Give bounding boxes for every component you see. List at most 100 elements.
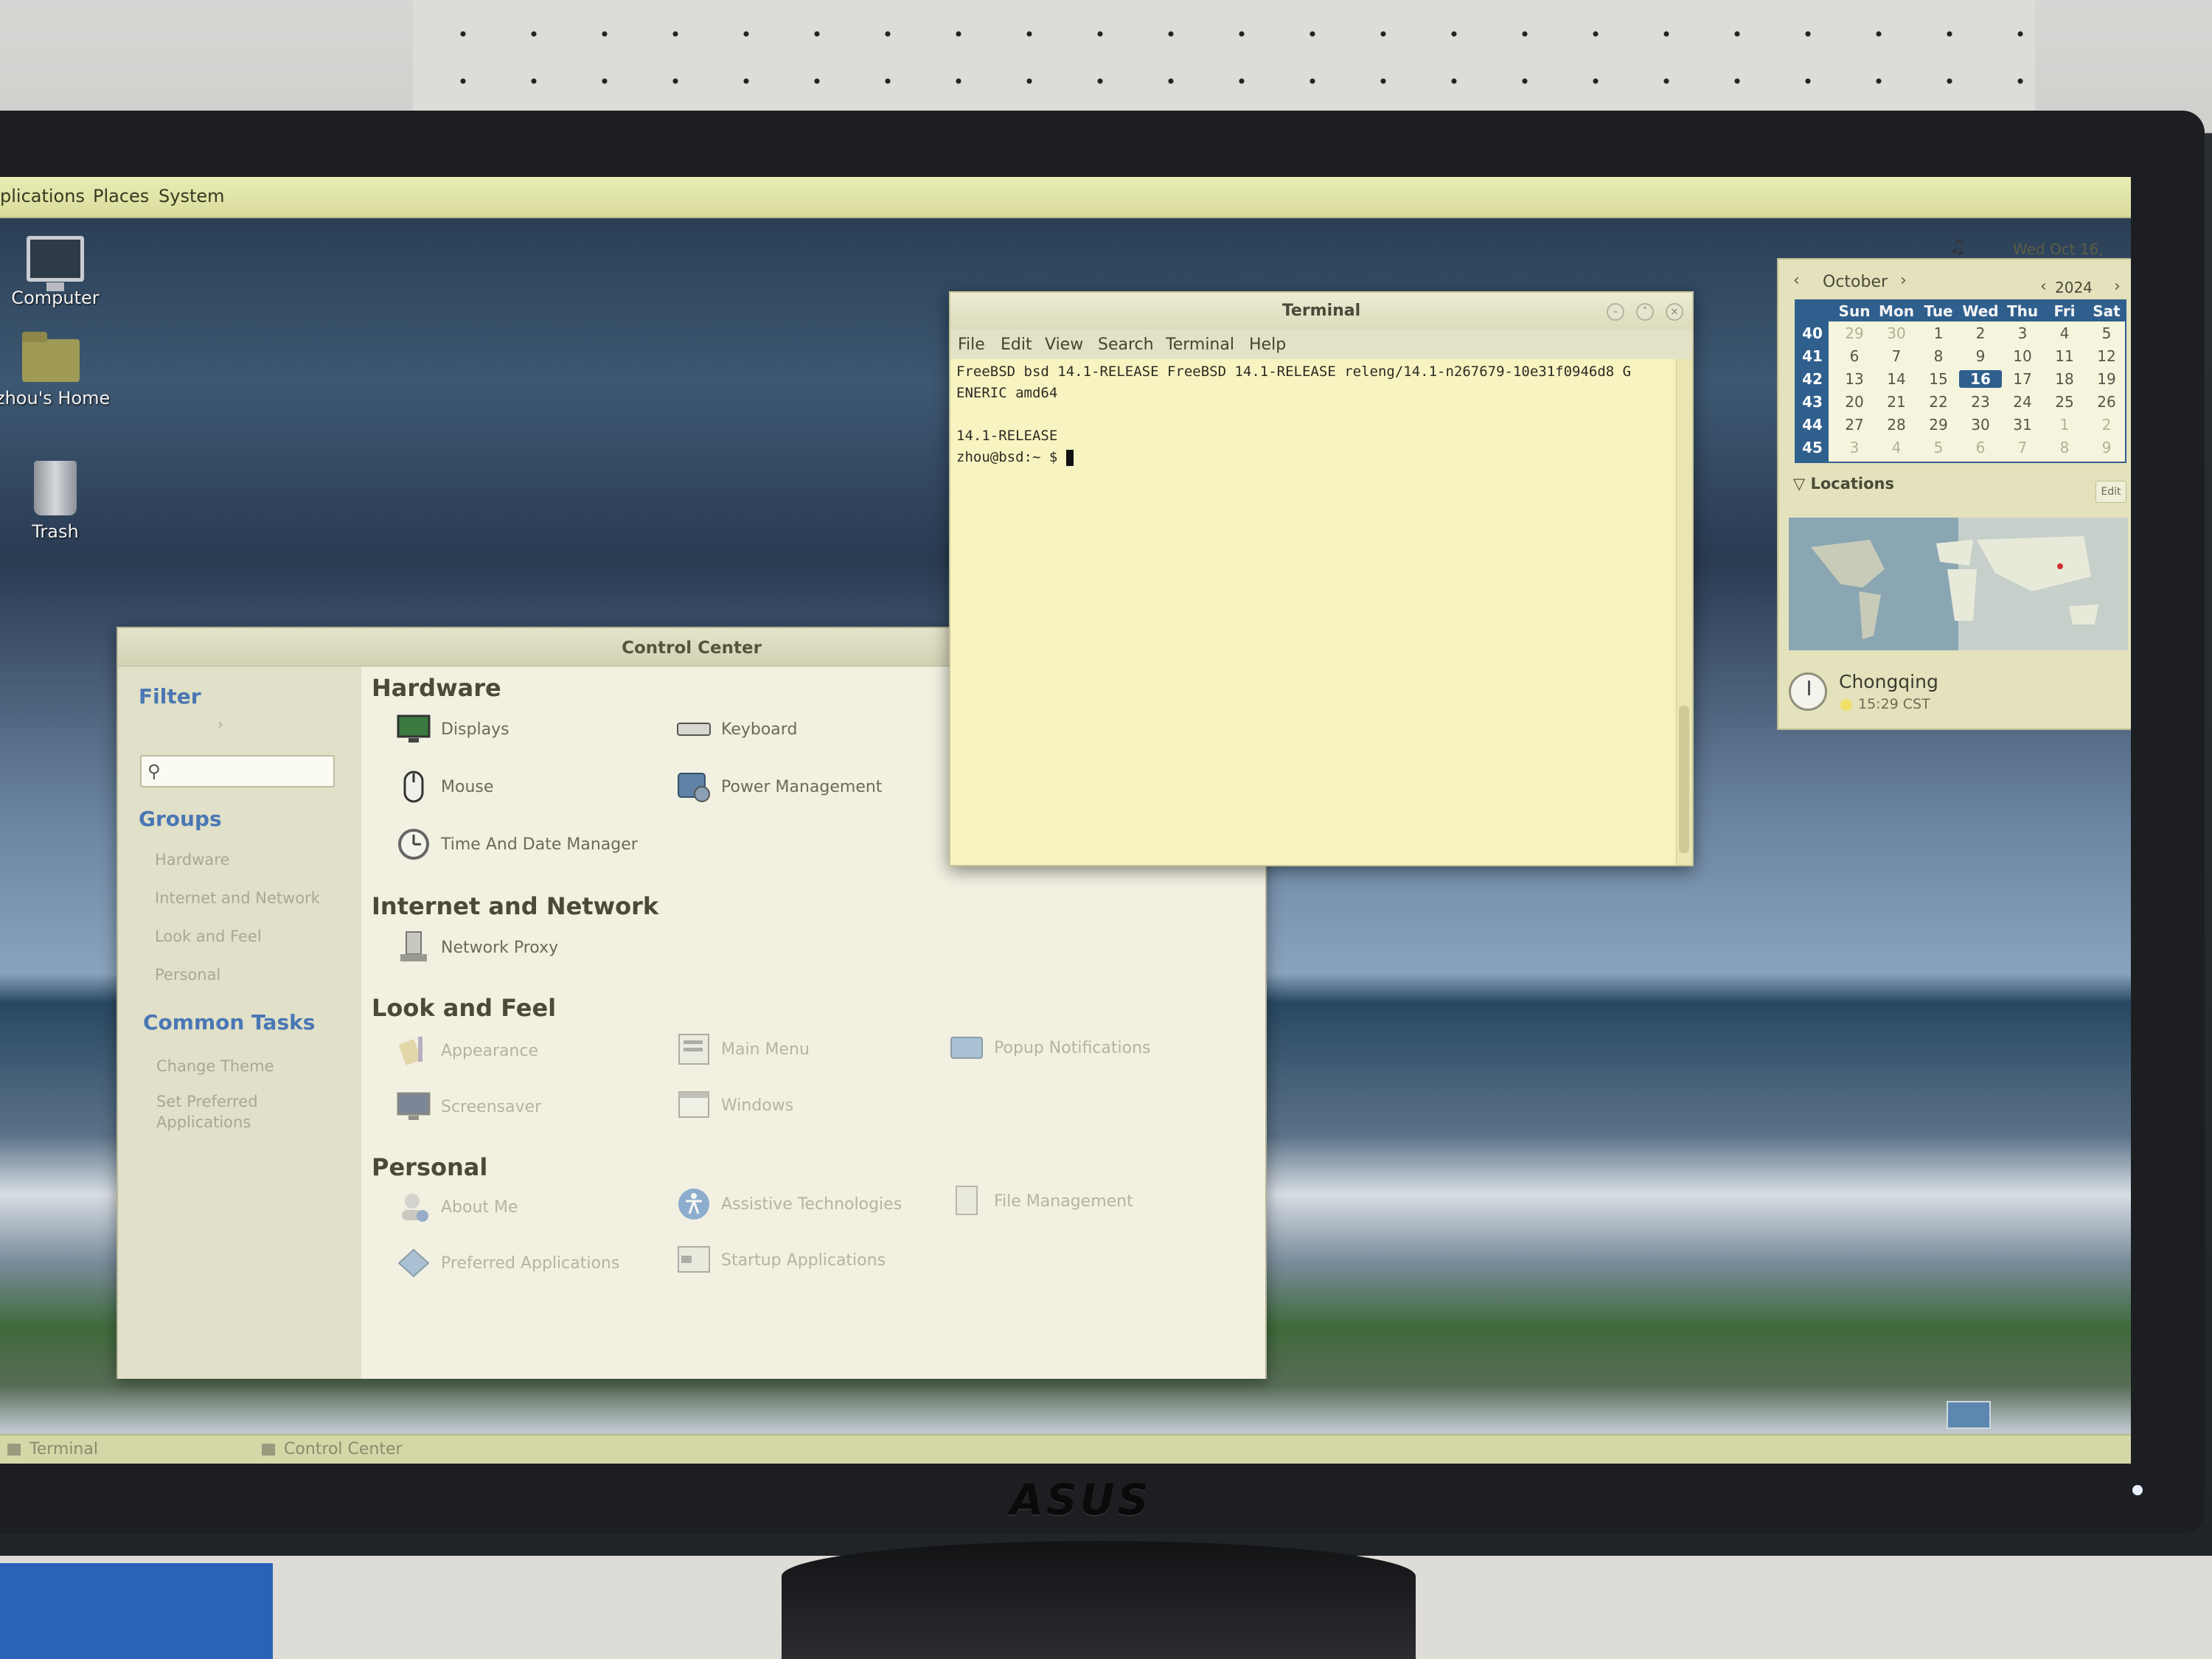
calendar-day[interactable]: 8 (2043, 439, 2086, 456)
calendar-day[interactable]: 14 (1875, 370, 1918, 388)
calendar-day[interactable]: 29 (1833, 324, 1876, 342)
calendar-day[interactable]: 22 (1917, 393, 1960, 411)
locations-edit-button[interactable]: Edit (2096, 481, 2126, 503)
calendar-day[interactable]: 4 (1875, 439, 1918, 456)
calendar-day[interactable]: 1 (2043, 416, 2086, 434)
item-about-me[interactable]: About Me (397, 1189, 518, 1225)
calendar-day[interactable]: 29 (1917, 416, 1960, 434)
term-menu-file[interactable]: File (958, 335, 985, 354)
search-icon: ⚲ (147, 761, 161, 782)
calendar-day[interactable]: 7 (1875, 347, 1918, 365)
item-file-management[interactable]: File Management (950, 1183, 1133, 1220)
group-link-personal[interactable]: Personal (155, 966, 220, 984)
calendar-day[interactable]: 5 (2085, 324, 2128, 342)
calendar-day[interactable]: 3 (1833, 439, 1876, 456)
notifications-icon (950, 1031, 984, 1065)
year-prev-icon[interactable]: ‹ (2040, 277, 2047, 296)
terminal-output[interactable]: FreeBSD bsd 14.1-RELEASE FreeBSD 14.1-RE… (950, 359, 1673, 865)
close-icon[interactable]: × (1666, 303, 1683, 321)
terminal-scrollbar[interactable] (1676, 359, 1692, 865)
calendar-day[interactable]: 2 (1959, 324, 2002, 342)
calendar-day[interactable]: 3 (2001, 324, 2044, 342)
calendar-day[interactable]: 13 (1833, 370, 1876, 388)
desktop-icon-trash[interactable]: Trash (0, 461, 111, 542)
calendar-day[interactable]: 28 (1875, 416, 1918, 434)
calendar-day[interactable]: 6 (1959, 439, 2002, 456)
item-time-date[interactable]: Time And Date Manager (397, 826, 638, 863)
applications-menu[interactable]: plications (0, 186, 85, 206)
item-preferred-applications[interactable]: Preferred Applications (397, 1245, 619, 1281)
term-menu-edit[interactable]: Edit (1001, 335, 1032, 354)
item-popup-notifications[interactable]: Popup Notifications (950, 1029, 1151, 1066)
system-menu[interactable]: System (159, 186, 225, 206)
group-link-internet[interactable]: Internet and Network (155, 889, 320, 907)
group-link-hardware[interactable]: Hardware (155, 851, 229, 869)
locations-heading[interactable]: ▽ Locations (1793, 475, 1894, 493)
calendar-day[interactable]: 2 (2085, 416, 2128, 434)
year-next-icon[interactable]: › (2114, 277, 2121, 296)
task-change-theme[interactable]: Change Theme (156, 1057, 274, 1075)
desktop-icon-home[interactable]: zhou's Home (0, 332, 110, 408)
task-set-preferred[interactable]: Set Preferred (156, 1093, 258, 1110)
task-applications[interactable]: Applications (156, 1113, 251, 1131)
maximize-icon[interactable]: ˄ (1636, 303, 1654, 321)
item-label: File Management (994, 1192, 1133, 1211)
calendar-day[interactable]: 19 (2085, 370, 2128, 388)
calendar-day[interactable]: 17 (2001, 370, 2044, 388)
desktop-icon-computer[interactable]: Computer (0, 236, 111, 308)
item-keyboard[interactable]: Keyboard (677, 711, 797, 748)
item-appearance[interactable]: Appearance (397, 1032, 538, 1069)
filter-input[interactable]: ⚲ (140, 755, 335, 787)
item-main-menu[interactable]: Main Menu (677, 1031, 810, 1068)
calendar-day[interactable]: 5 (1917, 439, 1960, 456)
term-menu-terminal[interactable]: Terminal (1166, 335, 1234, 354)
calendar-day[interactable]: 8 (1917, 347, 1960, 365)
item-network-proxy[interactable]: Network Proxy (397, 929, 558, 966)
scrollbar-thumb[interactable] (1679, 706, 1689, 853)
calendar-day[interactable]: 18 (2043, 370, 2086, 388)
item-startup-applications[interactable]: Startup Applications (677, 1242, 886, 1279)
calendar-day[interactable]: 23 (1959, 393, 2002, 411)
item-displays[interactable]: Displays (397, 711, 509, 748)
calendar-day[interactable]: 10 (2001, 347, 2044, 365)
item-power-management[interactable]: Power Management (677, 768, 882, 805)
minimize-icon[interactable]: – (1607, 303, 1624, 321)
item-windows[interactable]: Windows (677, 1087, 793, 1124)
item-assistive-technologies[interactable]: Assistive Technologies (677, 1186, 902, 1222)
calendar-day[interactable]: 21 (1875, 393, 1918, 411)
location-city[interactable]: Chongqing (1839, 671, 1938, 692)
item-label: Popup Notifications (994, 1038, 1151, 1057)
calendar-day[interactable]: 25 (2043, 393, 2086, 411)
term-menu-search[interactable]: Search (1098, 335, 1154, 354)
terminal-titlebar[interactable]: Terminal – ˄ × (950, 293, 1692, 330)
calendar-day[interactable]: 30 (1959, 416, 2002, 434)
calendar-day[interactable]: 27 (1833, 416, 1876, 434)
calendar-day[interactable]: 15 (1917, 370, 1960, 388)
month-next-icon[interactable]: › (1900, 271, 1907, 290)
workspace-switcher[interactable] (1947, 1401, 1991, 1429)
term-menu-help[interactable]: Help (1249, 335, 1286, 354)
item-screensaver[interactable]: Screensaver (397, 1088, 541, 1125)
calendar-day[interactable]: 26 (2085, 393, 2128, 411)
calendar-day[interactable]: 1 (1917, 324, 1960, 342)
calendar-day[interactable]: 30 (1875, 324, 1918, 342)
taskbar-terminal[interactable]: Terminal (7, 1440, 98, 1458)
calendar-day[interactable]: 11 (2043, 347, 2086, 365)
calendar-day-today[interactable]: 16 (1959, 370, 2002, 388)
volume-icon[interactable]: ♫ (1947, 236, 1969, 258)
calendar-day[interactable]: 4 (2043, 324, 2086, 342)
calendar-day[interactable]: 6 (1833, 347, 1876, 365)
calendar-day[interactable]: 9 (2085, 439, 2128, 456)
calendar-day[interactable]: 31 (2001, 416, 2044, 434)
term-menu-view[interactable]: View (1045, 335, 1083, 354)
group-link-look[interactable]: Look and Feel (155, 928, 262, 945)
calendar-day[interactable]: 9 (1959, 347, 2002, 365)
calendar-day[interactable]: 20 (1833, 393, 1876, 411)
taskbar-control-center[interactable]: Control Center (262, 1440, 403, 1458)
month-prev-icon[interactable]: ‹ (1793, 271, 1800, 290)
calendar-day[interactable]: 7 (2001, 439, 2044, 456)
calendar-day[interactable]: 24 (2001, 393, 2044, 411)
places-menu[interactable]: Places (93, 186, 149, 206)
item-mouse[interactable]: Mouse (397, 768, 493, 805)
calendar-day[interactable]: 12 (2085, 347, 2128, 365)
